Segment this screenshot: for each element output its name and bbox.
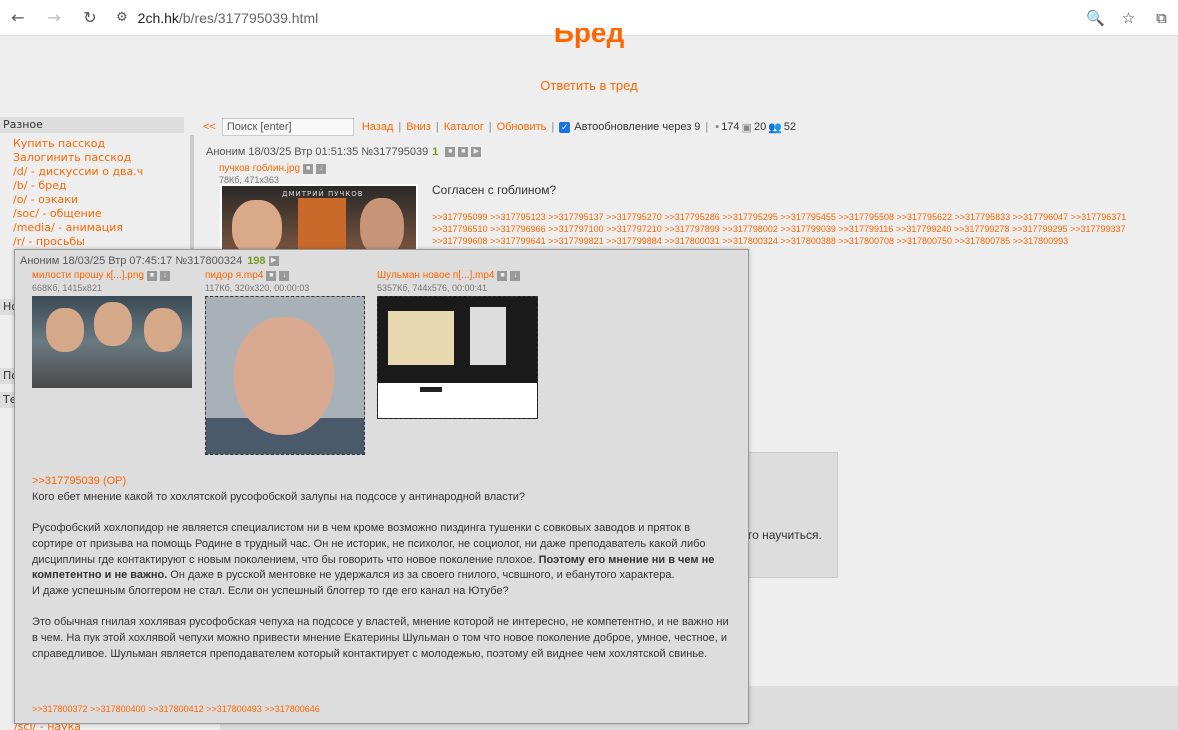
url-path: /b/res/317795039.html [178, 9, 319, 26]
search-image-icon[interactable]: ■ [266, 270, 277, 281]
back-link[interactable]: Назад [362, 121, 394, 133]
separator: | [488, 121, 492, 133]
post-paragraph: И даже успешным блоггером не стал. Если … [32, 584, 509, 597]
thread-toolbar: << Поиск [enter] Назад | Вниз | Каталог … [203, 118, 796, 136]
site-info-icon[interactable]: ⚙ [116, 10, 128, 25]
post-index: 198 [247, 255, 266, 267]
forward-arrow-icon[interactable]: → [36, 8, 72, 27]
images-count: 20 [753, 121, 767, 133]
op-replies[interactable]: >>317795099 >>317795123 >>317795137 >>31… [432, 211, 1132, 247]
op-thumbnail[interactable]: ДМИТРИЙ ПУЧКОВ [220, 184, 418, 254]
separator: | [551, 121, 555, 133]
address-bar[interactable]: 2ch.hk/b/res/317795039.html [138, 10, 319, 26]
file-name[interactable]: милости прошу к[...].png ■ ↓ [32, 270, 170, 281]
reply-links-line[interactable]: >>317799608 >>317799641 >>317799821 >>31… [432, 235, 1132, 247]
board-title: Бред [553, 28, 625, 48]
image-caption: ДМИТРИЙ ПУЧКОВ [282, 190, 364, 198]
sidebar-item-r[interactable]: /r/ - просьбы [13, 235, 190, 249]
sidebar-section-header-2[interactable]: Но [0, 299, 14, 315]
post-number[interactable]: №317800324 [175, 255, 242, 267]
download-icon[interactable]: ↓ [159, 270, 170, 281]
zoom-icon[interactable]: 🔍 [1079, 9, 1112, 27]
image-thumbnail[interactable] [32, 296, 192, 388]
sidebar-section-header-3[interactable]: По [0, 368, 14, 384]
sidebar-item-o[interactable]: /o/ - оэкаки [13, 193, 190, 207]
post-datetime: 18/03/25 Втр 07:45:17 [62, 255, 173, 267]
op-reference-link[interactable]: >>317795039 (OP) [32, 474, 732, 490]
post-preview-popup: Аноним 18/03/25 Втр 07:45:17 №317800324 … [14, 249, 749, 724]
file-name[interactable]: пидор я.mp4 ■ ↓ [205, 270, 309, 281]
down-link[interactable]: Вниз [406, 121, 431, 133]
download-icon[interactable]: ↓ [279, 270, 290, 281]
sidebar-item-login-passcode[interactable]: Залогинить пасскод [13, 151, 190, 165]
file-name[interactable]: Шульман новое п[...].mp4 ■ ↓ [377, 270, 521, 281]
file-info-1: милости прошу к[...].png ■ ↓ 668Кб, 1415x8… [32, 270, 170, 293]
post-index: 1 [432, 146, 439, 158]
post-author: Аноним [206, 146, 246, 158]
background-post-text: го научиться. [748, 528, 822, 542]
sidebar-item-d[interactable]: /d/ - дискуссии о два.ч [13, 165, 190, 179]
post-paragraph: Кого ебет мнение какой то хохлятской рус… [32, 490, 526, 503]
popup-post-body: >>317795039 (OP) Кого ебет мнение какой … [32, 474, 732, 678]
sidebar-item-media[interactable]: /media/ - анимация [13, 221, 190, 235]
post-paragraph: Это обычная гнилая хохлявая русофобская … [32, 616, 729, 660]
hide-post-icon[interactable]: ■ [445, 147, 456, 157]
posters-count-icon: 👥 [768, 121, 782, 134]
autoupdate-label: Автообновление через 9 [574, 121, 701, 133]
posts-count: 174 [721, 121, 740, 133]
download-icon[interactable]: ↓ [316, 163, 327, 174]
video-thumbnail[interactable] [377, 296, 538, 419]
sidebar: Разное Купить пасскод Залогинить пасскод… [0, 117, 190, 249]
post-author: Аноним [20, 255, 60, 267]
top-link[interactable]: << [203, 121, 216, 133]
post-number[interactable]: №317795039 [361, 146, 428, 158]
search-image-icon[interactable]: ■ [303, 163, 314, 174]
sidebar-item-soc[interactable]: /soc/ - общение [13, 207, 190, 221]
op-file-name[interactable]: пучков гоблин.jpg ■ ↓ [219, 163, 327, 174]
reply-links-line[interactable]: >>317795099 >>317795123 >>317795137 >>31… [432, 211, 1132, 223]
sidebar-item-buy-passcode[interactable]: Купить пасскод [13, 137, 190, 151]
post-datetime: 18/03/25 Втр 01:51:35 [248, 146, 359, 158]
sidebar-section-header[interactable]: Разное [0, 117, 184, 133]
sidebar-item-b[interactable]: /b/ - бред [13, 179, 190, 193]
search-image-icon[interactable]: ■ [146, 270, 157, 281]
op-post-header: Аноним 18/03/25 Втр 01:51:35 №317795039 … [206, 146, 482, 158]
file-meta: 117Кб, 320x320, 00:00:03 [205, 283, 310, 293]
file-meta: 5357Кб, 744x576, 00:00:41 [377, 283, 487, 293]
extensions-icon[interactable]: ⧉ [1145, 9, 1178, 27]
popup-post-header: Аноним 18/03/25 Втр 07:45:17 №317800324 … [20, 255, 279, 267]
video-thumbnail[interactable] [205, 296, 365, 455]
refresh-link[interactable]: Обновить [497, 121, 547, 133]
file-info-2: пидор я.mp4 ■ ↓ 117Кб, 320x320, 00:00:03 [205, 270, 309, 293]
bookmark-star-icon[interactable]: ☆ [1112, 9, 1145, 27]
separator: | [705, 121, 709, 133]
reply-links-line[interactable]: >>317796510 >>317796966 >>317797100 >>31… [432, 223, 1132, 235]
popup-replies[interactable]: >>317800372 >>317800400 >>317800412 >>31… [32, 704, 320, 714]
op-post-text: Согласен с гоблином? [432, 183, 557, 197]
images-count-icon: ▣ [741, 121, 752, 134]
play-icon[interactable]: ▶ [268, 256, 279, 266]
sidebar-section-header-4[interactable]: Те [0, 392, 14, 408]
reload-icon[interactable]: ↻ [72, 8, 108, 27]
back-arrow-icon[interactable]: ← [0, 8, 36, 27]
post-paragraph: Русофобский хохлопидор не является специ… [32, 522, 715, 582]
catalog-link[interactable]: Каталог [444, 121, 484, 133]
background-post [748, 452, 838, 578]
search-image-icon[interactable]: ■ [497, 270, 508, 281]
report-icon[interactable]: ■ [458, 147, 469, 157]
separator: | [398, 121, 402, 133]
file-info-3: Шульман новое п[...].mp4 ■ ↓ 5357Кб, 744x5… [377, 270, 521, 293]
file-meta: 668Кб, 1415x821 [32, 283, 102, 293]
play-icon[interactable]: ▶ [471, 147, 482, 157]
download-icon[interactable]: ↓ [510, 270, 521, 281]
posts-count-icon: ▪ [715, 121, 720, 133]
separator: | [435, 121, 439, 133]
posters-count: 52 [783, 121, 797, 133]
url-host: 2ch.hk [137, 9, 179, 26]
autoupdate-checkbox[interactable]: ✓ [559, 121, 571, 133]
reply-in-thread-link[interactable]: Ответить в тред [0, 78, 1178, 93]
search-input[interactable]: Поиск [enter] [221, 118, 354, 136]
